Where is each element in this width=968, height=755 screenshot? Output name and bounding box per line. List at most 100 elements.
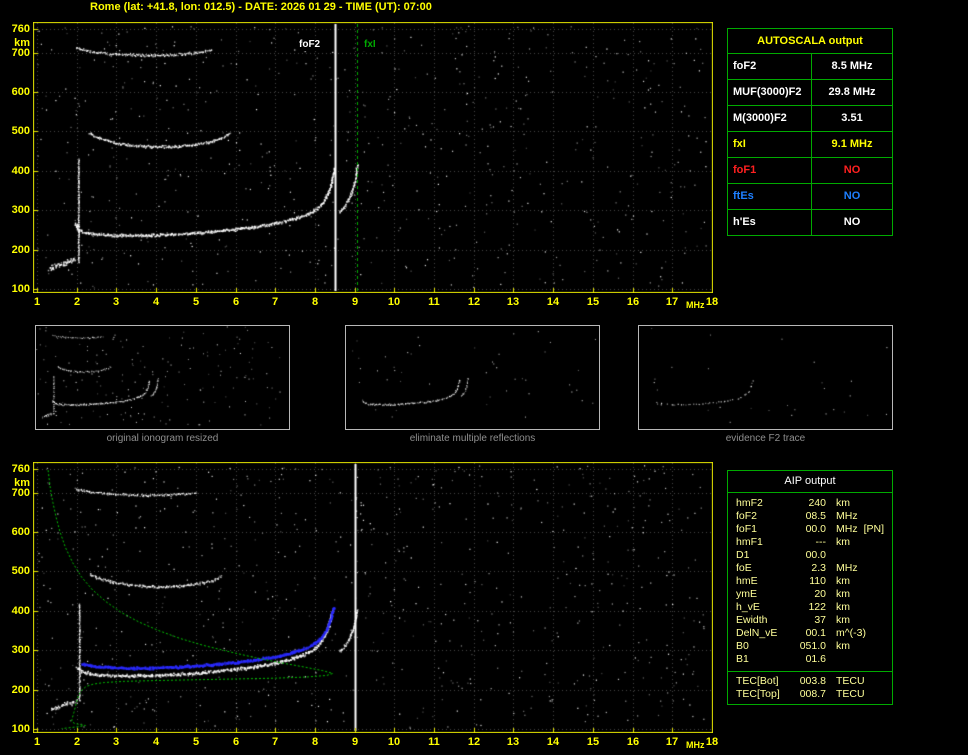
aip-param-unit: m^(-3) xyxy=(836,627,867,639)
autoscala-table-rows: foF2 8.5 MHz MUF(3000)F2 29.8 MHz M(3000)F2 3… xyxy=(728,54,892,235)
aip-output-table: AIP output hmF2 240 km foF2 08.5 MHz foF1 00.0 M… xyxy=(727,470,893,705)
aip-row-hme: hmE 110 km xyxy=(728,575,892,588)
x-tick-label: 14 xyxy=(546,736,560,748)
aip-param-value: 08.5 xyxy=(805,510,826,522)
y-tick-label: 600 xyxy=(11,526,30,538)
x-tick-label: 1 xyxy=(33,736,41,748)
autoscala-table-title: AUTOSCALA output xyxy=(728,29,892,54)
x-tick-label: 2 xyxy=(73,736,81,748)
x-tick-label: 13 xyxy=(506,736,520,748)
aip-param-name: hmE xyxy=(736,575,758,587)
x-tick-label: 17 xyxy=(665,296,679,308)
y-tick-label: 300 xyxy=(11,204,30,216)
aip-row-hmf2: hmF2 240 km xyxy=(728,497,892,510)
x-tick-label: 1 xyxy=(33,296,41,308)
aip-param-value: 00.0 xyxy=(805,549,826,561)
y-tick-label: 300 xyxy=(11,644,30,656)
thumbnail-caption-evidence: evidence F2 trace xyxy=(725,433,806,444)
x-tick-label: 13 xyxy=(506,296,520,308)
aip-param-unit: TECU xyxy=(836,688,865,700)
autoscala-row-fxi: fxI 9.1 MHz xyxy=(728,132,892,158)
ionogram-plot-top xyxy=(33,22,713,293)
autoscala-param-value: NO xyxy=(843,216,861,228)
aip-param-name: B1 xyxy=(736,653,749,665)
aip-param-value: 008.7 xyxy=(799,688,826,700)
y-tick-label: 760 xyxy=(11,23,30,35)
autoscala-row-ftes: ftEs NO xyxy=(728,184,892,210)
aip-param-unit: km xyxy=(836,575,850,587)
x-axis-unit-label: MHz xyxy=(686,300,705,310)
autoscala-row-muf-3000-f2: MUF(3000)F2 29.8 MHz xyxy=(728,80,892,106)
marker-label-fof2: foF2 xyxy=(297,39,323,51)
x-tick-label: 16 xyxy=(626,296,640,308)
x-tick-label: 10 xyxy=(387,296,401,308)
aip-param-value: 122 xyxy=(808,601,826,613)
page-title: Rome (lat: +41.8, lon: 012.5) - DATE: 20… xyxy=(90,1,432,13)
y-tick-label: 200 xyxy=(11,244,30,256)
thumbnail-evidence-f2-trace xyxy=(638,325,893,430)
autoscala-param-value: NO xyxy=(843,164,861,176)
x-tick-label: 10 xyxy=(387,736,401,748)
aip-param-value: 00.1 xyxy=(805,627,826,639)
aip-param-value: 003.8 xyxy=(799,675,826,687)
autoscala-param-value: 9.1 MHz xyxy=(831,138,873,150)
aip-param-unit: km xyxy=(836,497,850,509)
x-tick-label: 16 xyxy=(626,736,640,748)
aip-param-name: hmF2 xyxy=(736,497,763,509)
x-tick-label: 14 xyxy=(546,296,560,308)
autoscala-app-window: Rome (lat: +41.8, lon: 012.5) - DATE: 20… xyxy=(0,0,968,755)
y-tick-label: 760 xyxy=(11,463,30,475)
aip-row-b1: B1 01.6 xyxy=(728,653,892,666)
autoscala-param-label: foF1 xyxy=(728,158,812,183)
thumbnail-original-ionogram xyxy=(35,325,290,430)
x-tick-label: 11 xyxy=(428,296,440,308)
thumbnail-caption-original: original ionogram resized xyxy=(106,433,219,444)
aip-param-name: foF1 xyxy=(736,523,758,535)
aip-param-name: B0 xyxy=(736,640,749,652)
y-tick-label: 100 xyxy=(11,723,30,735)
x-tick-label: 12 xyxy=(467,736,481,748)
aip-param-name: TEC[Bot] xyxy=(736,675,779,687)
aip-param-name: ymE xyxy=(736,588,757,600)
autoscala-param-value: 29.8 MHz xyxy=(828,86,876,98)
aip-param-value: 110 xyxy=(809,575,826,587)
aip-table-tec-rows: TEC[Bot] 003.8 TECU TEC[Top] 008.7 TECU xyxy=(728,671,892,704)
aip-row-deln-ve: DelN_vE 00.1 m^(-3) xyxy=(728,627,892,640)
aip-param-value: 37 xyxy=(814,614,826,626)
ionogram-plot-bottom xyxy=(33,462,713,733)
x-tick-label: 5 xyxy=(192,296,200,308)
aip-param-unit: MHz xyxy=(836,562,858,574)
x-tick-label: 9 xyxy=(351,736,359,748)
aip-param-value: 240 xyxy=(808,497,826,509)
aip-table-rows: hmF2 240 km foF2 08.5 MHz foF1 00.0 MHz [PN] hmF1 -… xyxy=(728,493,892,668)
autoscala-row-fof2: foF2 8.5 MHz xyxy=(728,54,892,80)
x-tick-label: 8 xyxy=(311,296,319,308)
aip-param-unit: km xyxy=(836,536,850,548)
aip-row-fof1: foF1 00.0 MHz [PN] xyxy=(728,523,892,536)
y-tick-label: 500 xyxy=(11,565,30,577)
x-tick-label: 5 xyxy=(192,736,200,748)
x-tick-label: 6 xyxy=(232,296,240,308)
aip-param-extra: [PN] xyxy=(863,523,885,535)
autoscala-param-value: 3.51 xyxy=(841,112,863,124)
aip-row-d1: D1 00.0 xyxy=(728,549,892,562)
x-tick-label: 6 xyxy=(232,736,240,748)
y-tick-label: 400 xyxy=(11,605,30,617)
aip-param-value: --- xyxy=(815,536,827,548)
y-tick-label: 200 xyxy=(11,684,30,696)
autoscala-param-label: h'Es xyxy=(728,210,812,235)
aip-param-name: DelN_vE xyxy=(736,627,778,639)
autoscala-param-value: NO xyxy=(843,190,861,202)
thumbnail-eliminate-reflections xyxy=(345,325,600,430)
aip-param-value: 20 xyxy=(814,588,826,600)
y-tick-label: 400 xyxy=(11,165,30,177)
aip-param-unit: km xyxy=(836,640,850,652)
x-tick-label: 3 xyxy=(112,296,120,308)
aip-param-value: 051.0 xyxy=(799,640,826,652)
aip-param-name: D1 xyxy=(736,549,750,561)
x-tick-label: 3 xyxy=(112,736,120,748)
x-tick-label: 8 xyxy=(311,736,319,748)
aip-row-b0: B0 051.0 km xyxy=(728,640,892,653)
aip-param-unit: km xyxy=(836,614,850,626)
aip-row-tec-bot-: TEC[Bot] 003.8 TECU xyxy=(728,675,892,688)
